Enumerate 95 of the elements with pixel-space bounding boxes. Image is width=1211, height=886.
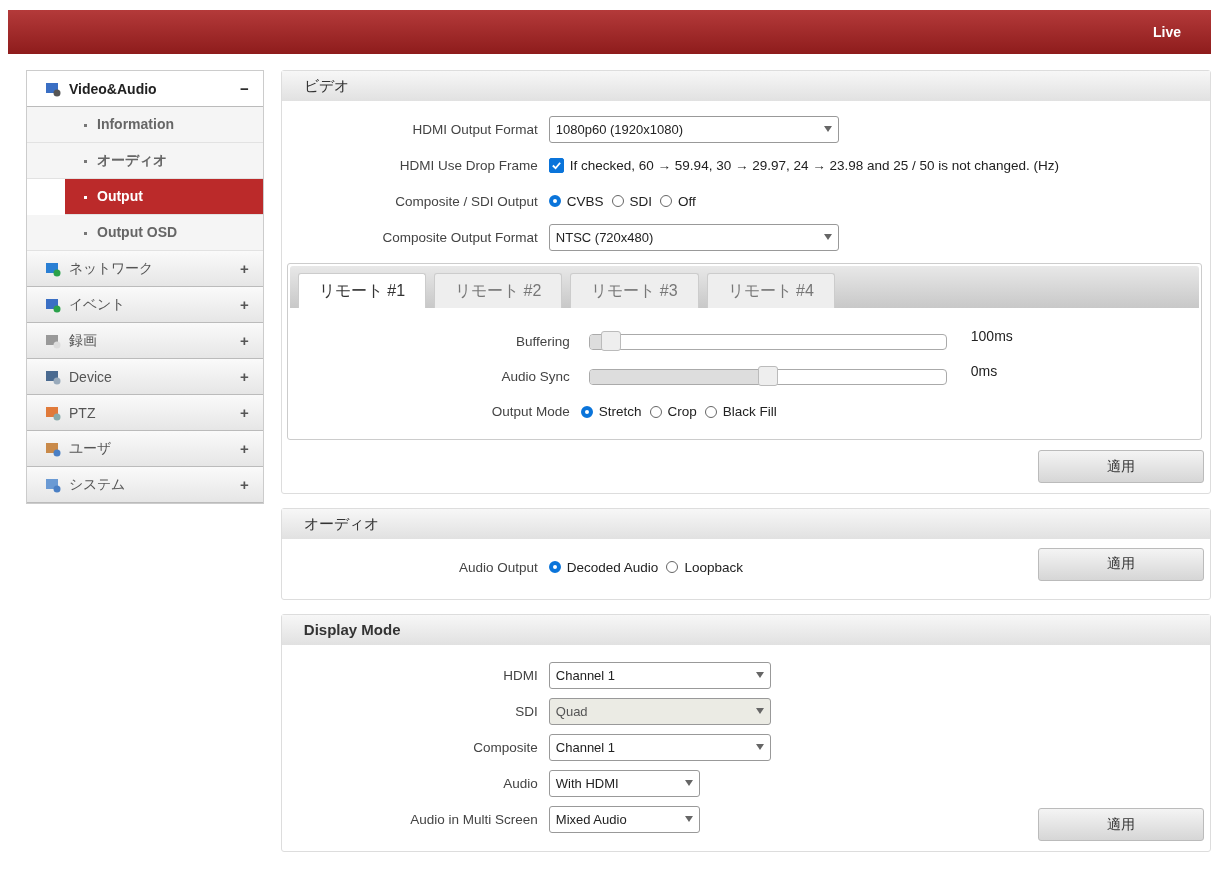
menu-icon (45, 476, 61, 493)
sidebar-label: ネットワーク (69, 259, 154, 278)
sidebar-item[interactable]: Device + (27, 359, 263, 395)
field-label: Audio in Multi Screen (409, 811, 539, 827)
tab[interactable]: リモート #4 (706, 273, 835, 308)
slider-handle[interactable] (757, 365, 778, 386)
sidebar-item[interactable]: ネットワーク + (27, 251, 263, 287)
toggle-icon[interactable]: + (240, 368, 249, 385)
menu-icon (45, 332, 61, 349)
radio-button[interactable] (548, 561, 561, 573)
sidebar-label: 録画 (69, 331, 98, 350)
sidebar-item[interactable]: 録画 + (27, 323, 263, 359)
caret-icon (755, 708, 764, 714)
radio-label: Loopback (684, 559, 743, 575)
sidebar-item[interactable]: PTZ + (27, 395, 263, 431)
menu-icon (45, 296, 61, 313)
apply-button[interactable]: 適用 (1038, 547, 1204, 581)
sidebar-item[interactable]: イベント + (27, 287, 263, 323)
select-field[interactable]: NTSC (720x480) (548, 223, 839, 251)
radio-label: Black Fill (722, 404, 777, 419)
checkbox[interactable] (548, 157, 564, 173)
radio-label: CVBS (566, 193, 604, 209)
toggle-icon[interactable]: − (240, 80, 249, 97)
field-label: HDMI Output Format (411, 121, 539, 137)
radio-button[interactable] (548, 195, 561, 207)
sidebar-item[interactable]: システム + (27, 467, 263, 503)
caret-icon (823, 126, 832, 132)
select-field[interactable]: Mixed Audio (548, 805, 700, 833)
toggle-icon[interactable]: + (240, 296, 249, 313)
toggle-icon[interactable]: + (240, 476, 249, 493)
tab[interactable]: リモート #2 (434, 273, 563, 308)
caret-icon (755, 744, 764, 750)
field-label: HDMI (502, 667, 539, 683)
slider-value: 0ms (970, 363, 998, 379)
radio-label: Stretch (598, 404, 642, 419)
radio-button[interactable] (660, 195, 673, 207)
caret-icon (755, 672, 764, 678)
sidebar-item[interactable]: ユーザ + (27, 431, 263, 467)
radio-button[interactable] (704, 405, 717, 418)
checkbox-text: If checked, 60 → 59.94, 30 → 29.97, 24 → 23.98 and 25 / 50 is not changed. (Hz) (569, 157, 1060, 173)
sidebar-label: Video&Audio (69, 80, 158, 97)
field-label: Composite Output Format (381, 229, 539, 245)
field-label: Composite / SDI Output (394, 193, 539, 209)
menu-icon (45, 440, 61, 457)
field-label: Buffering (515, 334, 571, 349)
menu-icon (45, 368, 61, 385)
caret-icon (823, 234, 832, 240)
submenu-item[interactable]: Information (27, 107, 263, 143)
toggle-icon[interactable]: + (240, 332, 249, 349)
tab[interactable]: リモート #1 (297, 273, 427, 308)
panel-title: オーディオ (281, 509, 1210, 539)
field-label: Audio Sync (500, 369, 571, 384)
check-icon (550, 159, 562, 171)
slider-value: 100ms (970, 328, 1013, 344)
radio-label: Decoded Audio (566, 559, 659, 575)
toggle-icon[interactable]: + (240, 440, 249, 457)
select-field[interactable]: Channel 1 (548, 733, 771, 761)
field-label: Output Mode (490, 404, 571, 419)
select-field[interactable]: 1080p60 (1920x1080) (548, 115, 839, 143)
field-label: HDMI Use Drop Frame (398, 157, 539, 173)
select-field[interactable]: With HDMI (548, 769, 700, 797)
caret-icon (684, 780, 693, 786)
radio-label: Off (678, 193, 696, 209)
apply-button[interactable]: 適用 (1038, 450, 1204, 483)
toggle-icon[interactable]: + (240, 260, 249, 277)
radio-label: SDI (629, 193, 653, 209)
panel-title: Display Mode (281, 615, 1210, 645)
select-field[interactable]: Channel 1 (548, 661, 771, 689)
tab[interactable]: リモート #3 (570, 273, 699, 308)
toggle-icon[interactable]: + (240, 404, 249, 421)
field-label: Audio Output (458, 559, 539, 575)
radio-label: Crop (667, 404, 697, 419)
sidebar-label: ユーザ (69, 439, 112, 458)
radio-button[interactable] (666, 561, 679, 573)
menu-icon (45, 404, 61, 421)
sidebar-label: イベント (69, 295, 126, 314)
radio-button[interactable] (611, 195, 624, 207)
sidebar-label: システム (69, 475, 126, 494)
menu-icon (45, 260, 61, 277)
submenu-item[interactable]: Output (65, 179, 263, 215)
slider-handle[interactable] (601, 330, 622, 351)
field-label: SDI (514, 703, 539, 719)
submenu-item[interactable]: オーディオ (27, 143, 263, 179)
sidebar-label: PTZ (69, 404, 97, 421)
sidebar-label: Device (69, 368, 113, 385)
submenu-item[interactable]: Output OSD (27, 215, 263, 251)
field-label: Audio (502, 775, 539, 791)
apply-button[interactable]: 適用 (1038, 808, 1204, 841)
caret-icon (684, 816, 693, 822)
live-link[interactable]: Live (1153, 24, 1181, 40)
radio-button[interactable] (649, 405, 662, 418)
panel-title: ビデオ (281, 71, 1210, 101)
field-label: Composite (472, 739, 539, 755)
menu-icon (45, 80, 61, 97)
radio-button[interactable] (580, 405, 593, 418)
